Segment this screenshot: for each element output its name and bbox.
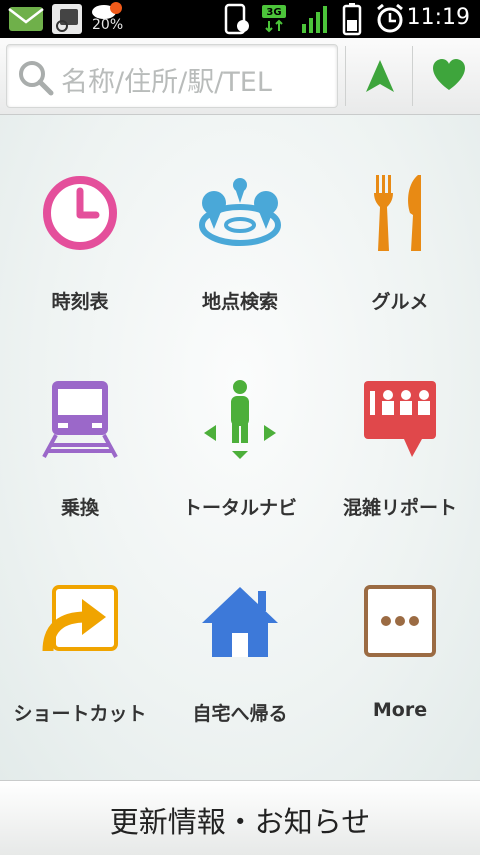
menu-item-shortcut[interactable]: ショートカット: [0, 527, 160, 733]
fork-knife-icon: [374, 175, 421, 251]
menu-item-total-navi[interactable]: トータルナビ: [160, 321, 320, 527]
menu-label: 自宅へ帰る: [192, 703, 288, 725]
weather-percent: 20%: [92, 17, 124, 33]
search-bar: 名称/住所/駅/TEL: [0, 38, 480, 115]
menu-item-crowd-report[interactable]: 混雑リポート: [320, 321, 480, 527]
menu-item-timetable[interactable]: 時刻表: [0, 115, 160, 321]
menu-item-more[interactable]: More: [320, 527, 480, 733]
menu-label: 地点検索: [201, 291, 278, 313]
clock-icon: [43, 176, 117, 250]
search-icon: [19, 61, 54, 96]
heart-icon: [433, 59, 465, 90]
navigate-button[interactable]: [346, 38, 412, 114]
menu-item-gourmet[interactable]: グルメ: [320, 115, 480, 321]
menu-label: 時刻表: [51, 291, 109, 313]
network-3g-icon: 3G: [260, 0, 290, 38]
menu-label: ショートカット: [13, 703, 147, 725]
status-bar: 20% 3G 11:19: [0, 0, 480, 38]
menu-label: 混雑リポート: [342, 497, 457, 519]
menu-item-go-home[interactable]: 自宅へ帰る: [160, 527, 320, 733]
navigation-arrow-icon: [366, 60, 394, 92]
crowd-report-icon: [364, 381, 436, 457]
menu-grid: 時刻表 地点検索 グルメ 乗換 トータルナビ 混雑リポート ショートカット 自宅…: [0, 115, 480, 780]
person-navigation-icon: [204, 380, 276, 459]
signal-icon: [300, 0, 330, 38]
menu-label: More: [372, 699, 428, 721]
mail-icon: [6, 0, 46, 38]
train-icon: [42, 381, 118, 458]
search-placeholder: 名称/住所/駅/TEL: [61, 67, 272, 98]
shortcut-icon: [42, 585, 118, 652]
map-pin-search-icon: [199, 178, 281, 246]
home-icon: [202, 587, 278, 657]
sd-card-icon: [50, 0, 86, 38]
menu-label: 乗換: [60, 497, 99, 519]
alarm-icon: [372, 0, 408, 38]
svg-text:3G: 3G: [266, 7, 281, 18]
battery-icon: [340, 0, 364, 38]
status-clock: 11:19: [406, 5, 470, 30]
favorite-button[interactable]: [413, 38, 479, 114]
news-button[interactable]: 更新情報・お知らせ: [0, 780, 480, 855]
phone-icon: [222, 0, 252, 38]
menu-item-spot-search[interactable]: 地点検索: [160, 115, 320, 321]
search-input[interactable]: 名称/住所/駅/TEL: [6, 44, 338, 108]
menu-label: グルメ: [371, 291, 429, 313]
menu-label: トータルナビ: [182, 497, 297, 519]
menu-item-transfer[interactable]: 乗換: [0, 321, 160, 527]
news-label: 更新情報・お知らせ: [109, 805, 371, 839]
more-icon: [364, 585, 436, 657]
